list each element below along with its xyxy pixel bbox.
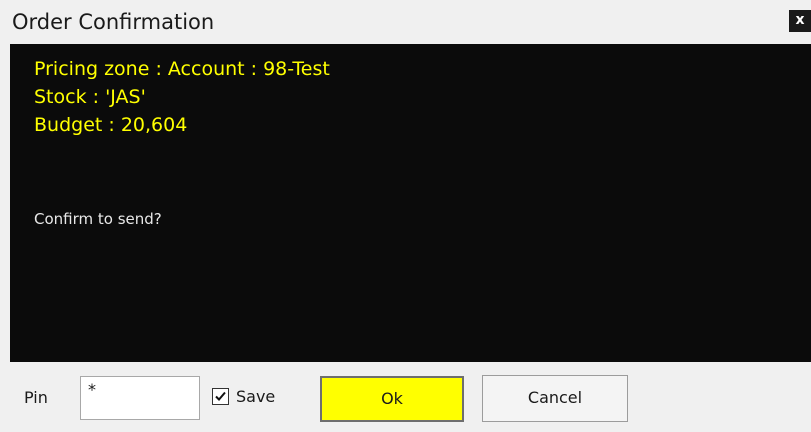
- pricing-zone-line: Pricing zone : Account : 98-Test: [34, 58, 330, 80]
- message-panel: Pricing zone : Account : 98-Test Stock :…: [10, 44, 811, 362]
- ok-button[interactable]: Ok: [320, 376, 464, 422]
- title-bar: Order Confirmation x: [0, 0, 811, 44]
- checkmark-icon: [215, 391, 226, 401]
- pin-input-value: *: [88, 380, 96, 399]
- save-checkbox[interactable]: [212, 388, 229, 405]
- pin-label: Pin: [24, 388, 48, 407]
- budget-line: Budget : 20,604: [34, 114, 188, 136]
- pin-input[interactable]: [80, 376, 200, 420]
- cancel-button[interactable]: Cancel: [482, 375, 628, 422]
- dialog-title: Order Confirmation: [12, 10, 215, 34]
- order-confirmation-dialog: Order Confirmation x Pricing zone : Acco…: [0, 0, 811, 432]
- save-label: Save: [236, 387, 276, 406]
- action-bar: Pin * Save Ok Cancel: [0, 362, 811, 432]
- confirm-prompt: Confirm to send?: [34, 210, 162, 228]
- close-icon: x: [795, 12, 805, 28]
- close-button[interactable]: x: [789, 10, 811, 32]
- stock-line: Stock : 'JAS': [34, 86, 146, 108]
